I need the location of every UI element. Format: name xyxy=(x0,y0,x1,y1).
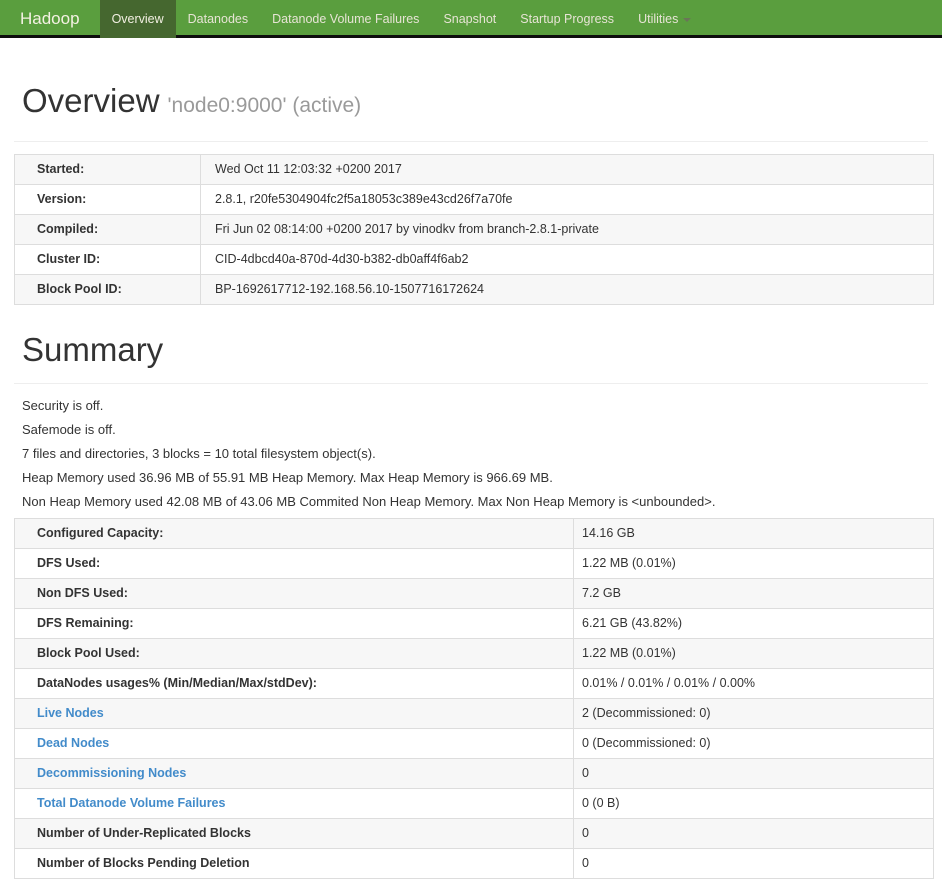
row-started-value: Wed Oct 11 12:03:32 +0200 2017 xyxy=(200,154,934,185)
row-block-pool-used-value: 1.22 MB (0.01%) xyxy=(573,638,934,669)
row-configured-capacity-label: Configured Capacity: xyxy=(14,518,574,549)
row-version-value: 2.8.1, r20fe5304904fc2f5a18053c389e43cd2… xyxy=(200,184,934,215)
tab-snapshot-link[interactable]: Snapshot xyxy=(431,0,508,38)
row-version-label: Version: xyxy=(14,184,201,215)
cluster-summary-table: Configured Capacity: 14.16 GB DFS Used: … xyxy=(14,518,934,879)
row-under-replicated-blocks: Number of Under-Replicated Blocks 0 xyxy=(14,818,934,849)
row-compiled: Compiled: Fri Jun 02 08:14:00 +0200 2017… xyxy=(14,214,934,245)
row-block-pool-id-value: BP-1692617712-192.168.56.10-150771617262… xyxy=(200,274,934,305)
row-blocks-pending-deletion-label: Number of Blocks Pending Deletion xyxy=(14,848,574,879)
row-dfs-remaining-value: 6.21 GB (43.82%) xyxy=(573,608,934,639)
row-live-nodes: Live Nodes 2 (Decommissioned: 0) xyxy=(14,698,934,729)
row-cluster-id-label: Cluster ID: xyxy=(14,244,201,275)
caret-down-icon xyxy=(683,17,692,22)
row-configured-capacity: Configured Capacity: 14.16 GB xyxy=(14,518,934,549)
page-content: Overview 'node0:9000' (active) Started: W… xyxy=(0,38,942,879)
tab-datanodes-link[interactable]: Datanodes xyxy=(176,0,260,38)
page-title-text: Overview xyxy=(22,82,160,119)
row-live-nodes-label: Live Nodes xyxy=(14,698,574,729)
row-dfs-used-value: 1.22 MB (0.01%) xyxy=(573,548,934,579)
page-title-subtitle: 'node0:9000' (active) xyxy=(167,94,362,117)
brand-hadoop[interactable]: Hadoop xyxy=(0,0,100,35)
row-total-datanode-volume-failures-label: Total Datanode Volume Failures xyxy=(14,788,574,819)
namenode-info-table: Started: Wed Oct 11 12:03:32 +0200 2017 … xyxy=(14,154,934,305)
row-dfs-used: DFS Used: 1.22 MB (0.01%) xyxy=(14,548,934,579)
security-status-text: Security is off. xyxy=(22,398,104,413)
row-block-pool-id: Block Pool ID: BP-1692617712-192.168.56.… xyxy=(14,274,934,305)
row-dfs-remaining: DFS Remaining: 6.21 GB (43.82%) xyxy=(14,608,934,639)
row-live-nodes-value: 2 (Decommissioned: 0) xyxy=(573,698,934,729)
row-blocks-pending-deletion: Number of Blocks Pending Deletion 0 xyxy=(14,848,934,879)
total-datanode-volume-failures-link[interactable]: Total Datanode Volume Failures xyxy=(37,796,225,810)
row-blocks-pending-deletion-value: 0 xyxy=(573,848,934,879)
row-decommissioning-nodes-value: 0 xyxy=(573,758,934,789)
row-dead-nodes-label: Dead Nodes xyxy=(14,728,574,759)
row-dfs-used-label: DFS Used: xyxy=(14,548,574,579)
tab-datanodes: Datanodes xyxy=(176,0,260,35)
row-cluster-id: Cluster ID: CID-4dbcd40a-870d-4d30-b382-… xyxy=(14,244,934,275)
row-started: Started: Wed Oct 11 12:03:32 +0200 2017 xyxy=(14,154,934,185)
page-title: Overview 'node0:9000' (active) xyxy=(22,82,928,125)
menu-utilities-label: Utilities xyxy=(638,12,679,26)
row-datanodes-usages-label: DataNodes usages% (Min/Median/Max/stdDev… xyxy=(14,668,574,699)
row-block-pool-used-label: Block Pool Used: xyxy=(14,638,574,669)
divider xyxy=(14,383,928,384)
non-heap-memory-text: Non Heap Memory used 42.08 MB of 43.06 M… xyxy=(22,494,716,509)
row-datanodes-usages-value: 0.01% / 0.01% / 0.01% / 0.00% xyxy=(573,668,934,699)
row-compiled-label: Compiled: xyxy=(14,214,201,245)
summary-heading: Summary xyxy=(22,331,164,368)
row-block-pool-id-label: Block Pool ID: xyxy=(14,274,201,305)
row-total-datanode-volume-failures: Total Datanode Volume Failures 0 (0 B) xyxy=(14,788,934,819)
row-non-dfs-used-label: Non DFS Used: xyxy=(14,578,574,609)
navbar-tabs: Overview Datanodes Datanode Volume Failu… xyxy=(99,0,704,38)
safemode-status-text: Safemode is off. xyxy=(22,422,116,437)
live-nodes-link[interactable]: Live Nodes xyxy=(37,706,104,720)
row-dfs-remaining-label: DFS Remaining: xyxy=(14,608,574,639)
heap-memory-text: Heap Memory used 36.96 MB of 55.91 MB He… xyxy=(22,470,553,485)
row-dead-nodes-value: 0 (Decommissioned: 0) xyxy=(573,728,934,759)
row-decommissioning-nodes-label: Decommissioning Nodes xyxy=(14,758,574,789)
row-total-datanode-volume-failures-value: 0 (0 B) xyxy=(573,788,934,819)
tab-overview-link[interactable]: Overview xyxy=(99,0,176,38)
row-non-dfs-used-value: 7.2 GB xyxy=(573,578,934,609)
navbar: Hadoop Overview Datanodes Datanode Volum… xyxy=(0,0,942,38)
menu-utilities-link[interactable]: Utilities xyxy=(626,0,703,38)
row-decommissioning-nodes: Decommissioning Nodes 0 xyxy=(14,758,934,789)
tab-overview: Overview xyxy=(99,0,176,38)
divider xyxy=(14,141,928,142)
tab-startup-progress: Startup Progress xyxy=(508,0,626,35)
tab-datanode-volume-failures-link[interactable]: Datanode Volume Failures xyxy=(260,0,431,38)
row-started-label: Started: xyxy=(14,154,201,185)
dead-nodes-link[interactable]: Dead Nodes xyxy=(37,736,109,750)
tab-startup-progress-link[interactable]: Startup Progress xyxy=(508,0,626,38)
filesystem-objects-text: 7 files and directories, 3 blocks = 10 t… xyxy=(22,446,376,461)
row-configured-capacity-value: 14.16 GB xyxy=(573,518,934,549)
row-non-dfs-used: Non DFS Used: 7.2 GB xyxy=(14,578,934,609)
row-version: Version: 2.8.1, r20fe5304904fc2f5a18053c… xyxy=(14,184,934,215)
tab-snapshot: Snapshot xyxy=(431,0,508,35)
row-cluster-id-value: CID-4dbcd40a-870d-4d30-b382-db0aff4f6ab2 xyxy=(200,244,934,275)
row-block-pool-used: Block Pool Used: 1.22 MB (0.01%) xyxy=(14,638,934,669)
row-datanodes-usages: DataNodes usages% (Min/Median/Max/stdDev… xyxy=(14,668,934,699)
menu-utilities: Utilities xyxy=(626,0,703,35)
row-compiled-value: Fri Jun 02 08:14:00 +0200 2017 by vinodk… xyxy=(200,214,934,245)
row-under-replicated-blocks-value: 0 xyxy=(573,818,934,849)
row-under-replicated-blocks-label: Number of Under-Replicated Blocks xyxy=(14,818,574,849)
decommissioning-nodes-link[interactable]: Decommissioning Nodes xyxy=(37,766,186,780)
tab-datanode-volume-failures: Datanode Volume Failures xyxy=(260,0,431,35)
row-dead-nodes: Dead Nodes 0 (Decommissioned: 0) xyxy=(14,728,934,759)
